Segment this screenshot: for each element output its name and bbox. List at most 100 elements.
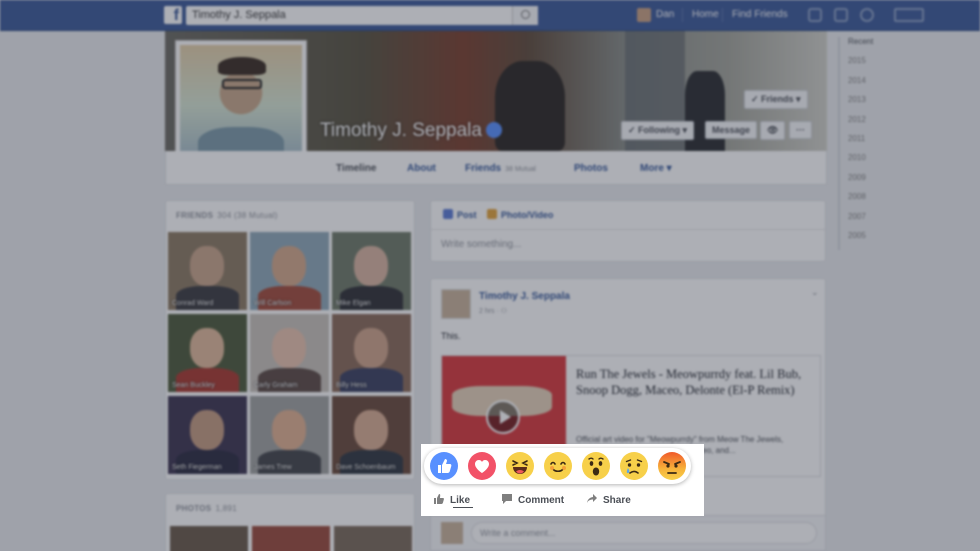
friend-tile[interactable]: Billy Hess — [332, 314, 411, 392]
composer-tab-photo[interactable]: Photo/Video — [487, 209, 553, 220]
post-text: This. — [441, 331, 461, 341]
facebook-logo-icon[interactable]: f — [164, 6, 182, 24]
photos-card: PHOTOS 1,891 — [165, 493, 415, 551]
notifications-icon[interactable] — [860, 8, 874, 22]
wow-icon-bg — [582, 452, 610, 480]
profile-photo-image — [180, 45, 302, 165]
friend-name: Sean Buckley — [172, 382, 215, 389]
year-link[interactable]: 2015 — [838, 56, 900, 76]
year-link[interactable]: 2013 — [838, 95, 900, 115]
year-link[interactable]: 2007 — [838, 211, 900, 231]
more-options-button[interactable]: ··· — [789, 121, 812, 139]
photos-card-count: 1,891 — [215, 504, 237, 513]
friend-tile[interactable]: Dave Schoenbaum — [332, 396, 411, 474]
share-arrow-icon — [586, 493, 598, 508]
search-input[interactable]: Timothy J. Seppala — [186, 6, 538, 25]
like-button[interactable]: Like — [433, 493, 470, 508]
year-link[interactable]: 2012 — [838, 114, 900, 134]
profile-tabs: Timeline About Friends 38 Mutual Photos M… — [165, 151, 827, 185]
sad-reaction[interactable] — [620, 452, 648, 480]
play-icon[interactable] — [486, 400, 520, 434]
year-link[interactable]: 2011 — [838, 133, 900, 154]
friend-name: Seth Fiegerman — [172, 464, 222, 471]
year-link[interactable]: 2014 — [838, 75, 900, 96]
search-icon[interactable] — [512, 6, 538, 25]
love-reaction[interactable] — [468, 452, 496, 480]
yay-icon — [544, 452, 572, 480]
user-name-link[interactable]: Dan — [656, 9, 674, 20]
cover-figure — [495, 61, 565, 151]
yay-icon-bg — [544, 452, 572, 480]
haha-reaction[interactable] — [506, 452, 534, 480]
find-friends-link[interactable]: Find Friends — [732, 9, 788, 20]
friend-tile[interactable]: Sean Buckley — [168, 314, 247, 392]
year-link[interactable]: 2005 — [838, 230, 900, 251]
friends-card-header[interactable]: FRIENDS 304 (38 Mutual) — [176, 211, 278, 220]
friends-button[interactable]: ✓ Friends ▾ — [744, 90, 808, 109]
composer-tab-photo-label: Photo/Video — [501, 210, 554, 220]
photo-thumbnail[interactable] — [252, 526, 330, 551]
year-link[interactable]: 2008 — [838, 192, 900, 212]
year-link[interactable]: 2010 — [838, 153, 900, 173]
messages-icon[interactable] — [834, 8, 848, 22]
friend-photo — [354, 410, 388, 450]
view-as-eye-icon[interactable]: 👁 — [760, 121, 786, 140]
share-label: Share — [603, 495, 631, 506]
share-button[interactable]: Share — [586, 493, 631, 508]
comment-input[interactable]: Write a comment... — [471, 522, 817, 544]
friend-name: Carly Graham — [254, 382, 298, 389]
tab-timeline[interactable]: Timeline — [336, 163, 376, 174]
comment-label: Comment — [518, 495, 565, 506]
friend-tile[interactable]: Will Carlson — [250, 232, 329, 310]
yay-reaction[interactable] — [544, 452, 572, 480]
timeline-years-nav: Recent 2015 2014 2013 2012 2011 2010 200… — [838, 37, 900, 251]
post-timestamp[interactable]: 2 hrs · ⚇ — [479, 307, 507, 315]
photo-thumbnail[interactable] — [334, 526, 412, 551]
friend-photo — [190, 410, 224, 450]
profile-name[interactable]: Timothy J. Seppala — [320, 120, 482, 142]
tab-more[interactable]: More ▾ — [640, 163, 672, 174]
friend-tile[interactable]: Seth Fiegerman — [168, 396, 247, 474]
wow-icon — [582, 452, 610, 480]
friend-name: Dave Schoenbaum — [336, 464, 396, 471]
link-title[interactable]: Run The Jewels - Meowpurrdy feat. Lil Bu… — [576, 366, 816, 398]
commenter-avatar — [441, 522, 463, 544]
post-options-chevron-icon[interactable]: ⌄ — [811, 287, 819, 298]
composer-input[interactable]: Write something... — [441, 239, 521, 250]
profile-photo-detail — [218, 57, 266, 75]
post-author-name[interactable]: Timothy J. Seppala — [479, 291, 570, 302]
user-avatar[interactable] — [637, 8, 651, 22]
friend-tile[interactable]: Conrad Ward — [168, 232, 247, 310]
tab-friends-label: Friends — [465, 163, 502, 174]
friend-tile[interactable]: Carly Graham — [250, 314, 329, 392]
photos-card-header[interactable]: PHOTOS 1,891 — [176, 504, 237, 513]
friend-photo — [354, 328, 388, 368]
composer-tab-post[interactable]: Post — [443, 209, 477, 220]
year-link[interactable]: 2009 — [838, 172, 900, 193]
settings-menu-icon[interactable] — [894, 8, 924, 22]
wow-reaction[interactable] — [582, 452, 610, 480]
tab-about[interactable]: About — [407, 163, 436, 174]
nav-divider — [722, 8, 723, 22]
friend-tile[interactable]: Mike Elgan — [332, 232, 411, 310]
tab-photos[interactable]: Photos — [574, 163, 608, 174]
angry-reaction[interactable] — [658, 452, 686, 480]
comment-button[interactable]: Comment — [501, 493, 564, 508]
friend-photo — [354, 246, 388, 286]
friend-name: Billy Hess — [336, 382, 367, 389]
message-button[interactable]: Message — [705, 121, 758, 139]
home-link[interactable]: Home — [692, 9, 719, 20]
friend-tile[interactable]: James Trew — [250, 396, 329, 474]
comment-bubble-icon — [501, 493, 513, 508]
following-button[interactable]: ✓ Following ▾ — [621, 121, 695, 140]
post-author-avatar[interactable] — [441, 289, 471, 319]
year-link-recent[interactable]: Recent — [838, 37, 900, 57]
photo-thumbnail[interactable] — [170, 526, 248, 551]
haha-icon-bg — [506, 452, 534, 480]
sad-icon-bg — [620, 452, 648, 480]
like-reaction[interactable] — [430, 452, 458, 480]
tab-friends[interactable]: Friends 38 Mutual — [465, 163, 536, 174]
like-label: Like — [450, 495, 471, 506]
friend-requests-icon[interactable] — [808, 8, 822, 22]
love-icon — [468, 452, 496, 480]
